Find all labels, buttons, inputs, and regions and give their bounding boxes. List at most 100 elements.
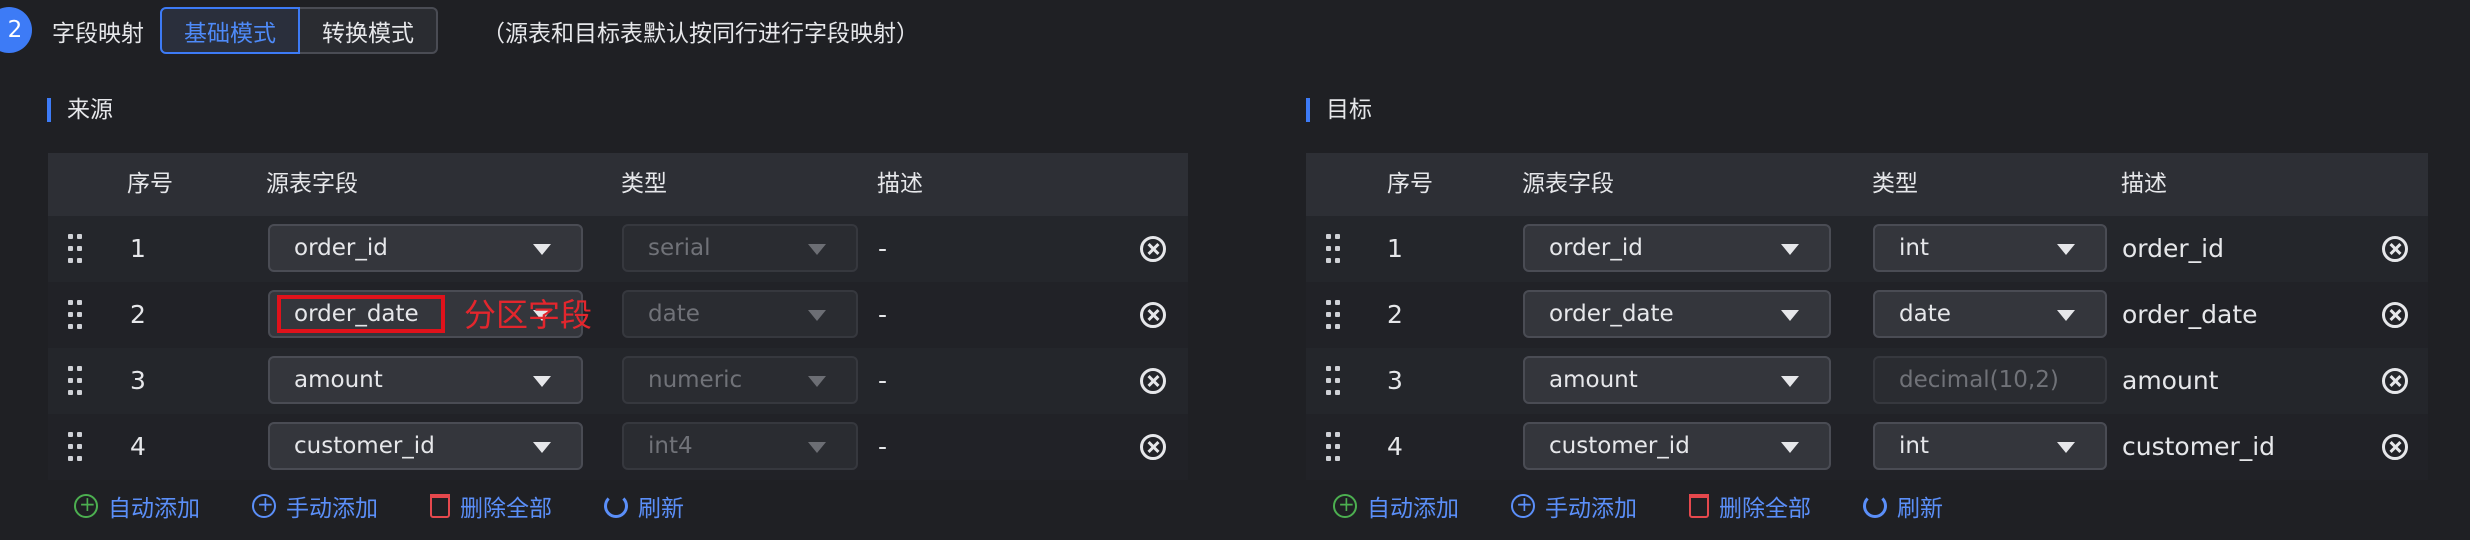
table-row: 4 customer_id int customer_id <box>1306 414 2428 480</box>
close-circle-icon[interactable] <box>2382 434 2408 460</box>
field-select-value: order_id <box>294 235 388 261</box>
table-row: 4 customer_id int4 - <box>48 414 1188 480</box>
type-select-value: int <box>1899 235 1929 261</box>
refresh-button[interactable]: 刷新 <box>604 489 684 523</box>
row-index: 4 <box>1387 432 1403 461</box>
field-select[interactable]: amount <box>268 356 583 404</box>
close-circle-icon[interactable] <box>2382 302 2408 328</box>
type-select-value: numeric <box>648 367 743 393</box>
row-description: order_id <box>2122 234 2224 263</box>
source-panel: 来源 <box>47 96 113 124</box>
delete-all-button[interactable]: 删除全部 <box>430 489 552 523</box>
source-table: 序号 源表字段 类型 描述 1 order_id serial -2 order_dat… <box>48 153 1188 480</box>
close-circle-icon[interactable] <box>2382 368 2408 394</box>
table-row: 1 order_id serial - <box>48 216 1188 282</box>
refresh-button[interactable]: 刷新 <box>1863 489 1943 523</box>
plus-circle-icon <box>1333 492 1357 518</box>
drag-handle-icon[interactable] <box>68 432 84 462</box>
close-circle-icon[interactable] <box>1140 302 1166 328</box>
drag-handle-icon[interactable] <box>1326 234 1342 264</box>
type-select[interactable]: int <box>1873 224 2107 272</box>
chevron-down-icon <box>1781 310 1799 321</box>
auto-add-button[interactable]: 自动添加 <box>74 489 200 523</box>
chevron-down-icon <box>808 376 826 387</box>
type-select[interactable]: int <box>1873 422 2107 470</box>
manual-add-label: 手动添加 <box>1545 496 1637 522</box>
field-select[interactable]: order_date <box>1523 290 1831 338</box>
drag-handle-icon[interactable] <box>68 300 84 330</box>
field-select[interactable]: order_id <box>1523 224 1831 272</box>
manual-add-button[interactable]: 手动添加 <box>252 489 378 523</box>
delete-all-button[interactable]: 删除全部 <box>1689 489 1811 523</box>
row-index: 1 <box>1387 234 1403 263</box>
table-row: 1 order_id int order_id <box>1306 216 2428 282</box>
trash-icon <box>1689 494 1709 518</box>
header-index: 序号 <box>127 171 173 197</box>
auto-add-button[interactable]: 自动添加 <box>1333 489 1459 523</box>
close-circle-icon[interactable] <box>2382 236 2408 262</box>
close-circle-icon[interactable] <box>1140 434 1166 460</box>
refresh-icon <box>1863 494 1887 518</box>
row-index: 2 <box>1387 300 1403 329</box>
mode-switch: 基础模式 转换模式 <box>160 7 438 54</box>
drag-handle-icon[interactable] <box>1326 366 1342 396</box>
chevron-down-icon <box>533 244 551 255</box>
table-row: 3 amount decimal(10,2) amount <box>1306 348 2428 414</box>
target-actions: 自动添加 手动添加 删除全部 刷新 <box>1333 486 1995 526</box>
header-type: 类型 <box>1872 171 1918 197</box>
chevron-down-icon <box>808 442 826 453</box>
chevron-down-icon <box>1781 376 1799 387</box>
close-circle-icon[interactable] <box>1140 236 1166 262</box>
field-select[interactable]: amount <box>1523 356 1831 404</box>
type-select: date <box>622 290 858 338</box>
row-description: - <box>878 432 888 461</box>
type-select-value: date <box>648 301 700 327</box>
auto-add-label: 自动添加 <box>1367 496 1459 522</box>
chevron-down-icon <box>2057 310 2075 321</box>
manual-add-button[interactable]: 手动添加 <box>1511 489 1637 523</box>
table-row: 3 amount numeric - <box>48 348 1188 414</box>
row-index: 4 <box>130 432 146 461</box>
mapping-note: （源表和目标表默认按同行进行字段映射） <box>482 21 919 47</box>
chevron-down-icon <box>533 442 551 453</box>
row-description: order_date <box>2122 300 2258 329</box>
chevron-down-icon <box>2057 442 2075 453</box>
drag-handle-icon[interactable] <box>1326 432 1342 462</box>
manual-add-label: 手动添加 <box>286 496 378 522</box>
chevron-down-icon <box>533 376 551 387</box>
field-select-value: order_id <box>1549 235 1643 261</box>
row-index: 3 <box>1387 366 1403 395</box>
type-select[interactable]: date <box>1873 290 2107 338</box>
source-actions: 自动添加 手动添加 删除全部 刷新 <box>74 486 736 526</box>
drag-handle-icon[interactable] <box>68 366 84 396</box>
header-index: 序号 <box>1387 171 1433 197</box>
section-title: 字段映射 <box>52 21 144 47</box>
source-table-header: 序号 源表字段 类型 描述 <box>48 153 1188 216</box>
type-select-value: serial <box>648 235 711 261</box>
drag-handle-icon[interactable] <box>1326 300 1342 330</box>
target-panel-title: 目标 <box>1306 96 1372 124</box>
transform-mode-button[interactable]: 转换模式 <box>300 7 438 54</box>
step-number-badge: 2 <box>0 7 32 53</box>
drag-handle-icon[interactable] <box>68 234 84 264</box>
header-field: 源表字段 <box>266 171 358 197</box>
target-table-header: 序号 源表字段 类型 描述 <box>1306 153 2428 216</box>
field-select-value: customer_id <box>1549 433 1690 459</box>
type-select-value: int <box>1899 433 1929 459</box>
delete-all-label: 删除全部 <box>1719 496 1811 522</box>
plus-circle-icon <box>252 492 276 518</box>
row-index: 3 <box>130 366 146 395</box>
field-select[interactable]: customer_id <box>1523 422 1831 470</box>
plus-circle-icon <box>74 492 98 518</box>
type-select: int4 <box>622 422 858 470</box>
close-circle-icon[interactable] <box>1140 368 1166 394</box>
table-row: 2 order_date date - <box>48 282 1188 348</box>
chevron-down-icon <box>808 310 826 321</box>
partition-highlight-box <box>277 295 445 333</box>
row-index: 2 <box>130 300 146 329</box>
field-select[interactable]: customer_id <box>268 422 583 470</box>
basic-mode-button[interactable]: 基础模式 <box>160 7 300 54</box>
target-panel: 目标 <box>1306 96 1372 124</box>
field-select-value: amount <box>1549 367 1638 393</box>
field-select[interactable]: order_id <box>268 224 583 272</box>
